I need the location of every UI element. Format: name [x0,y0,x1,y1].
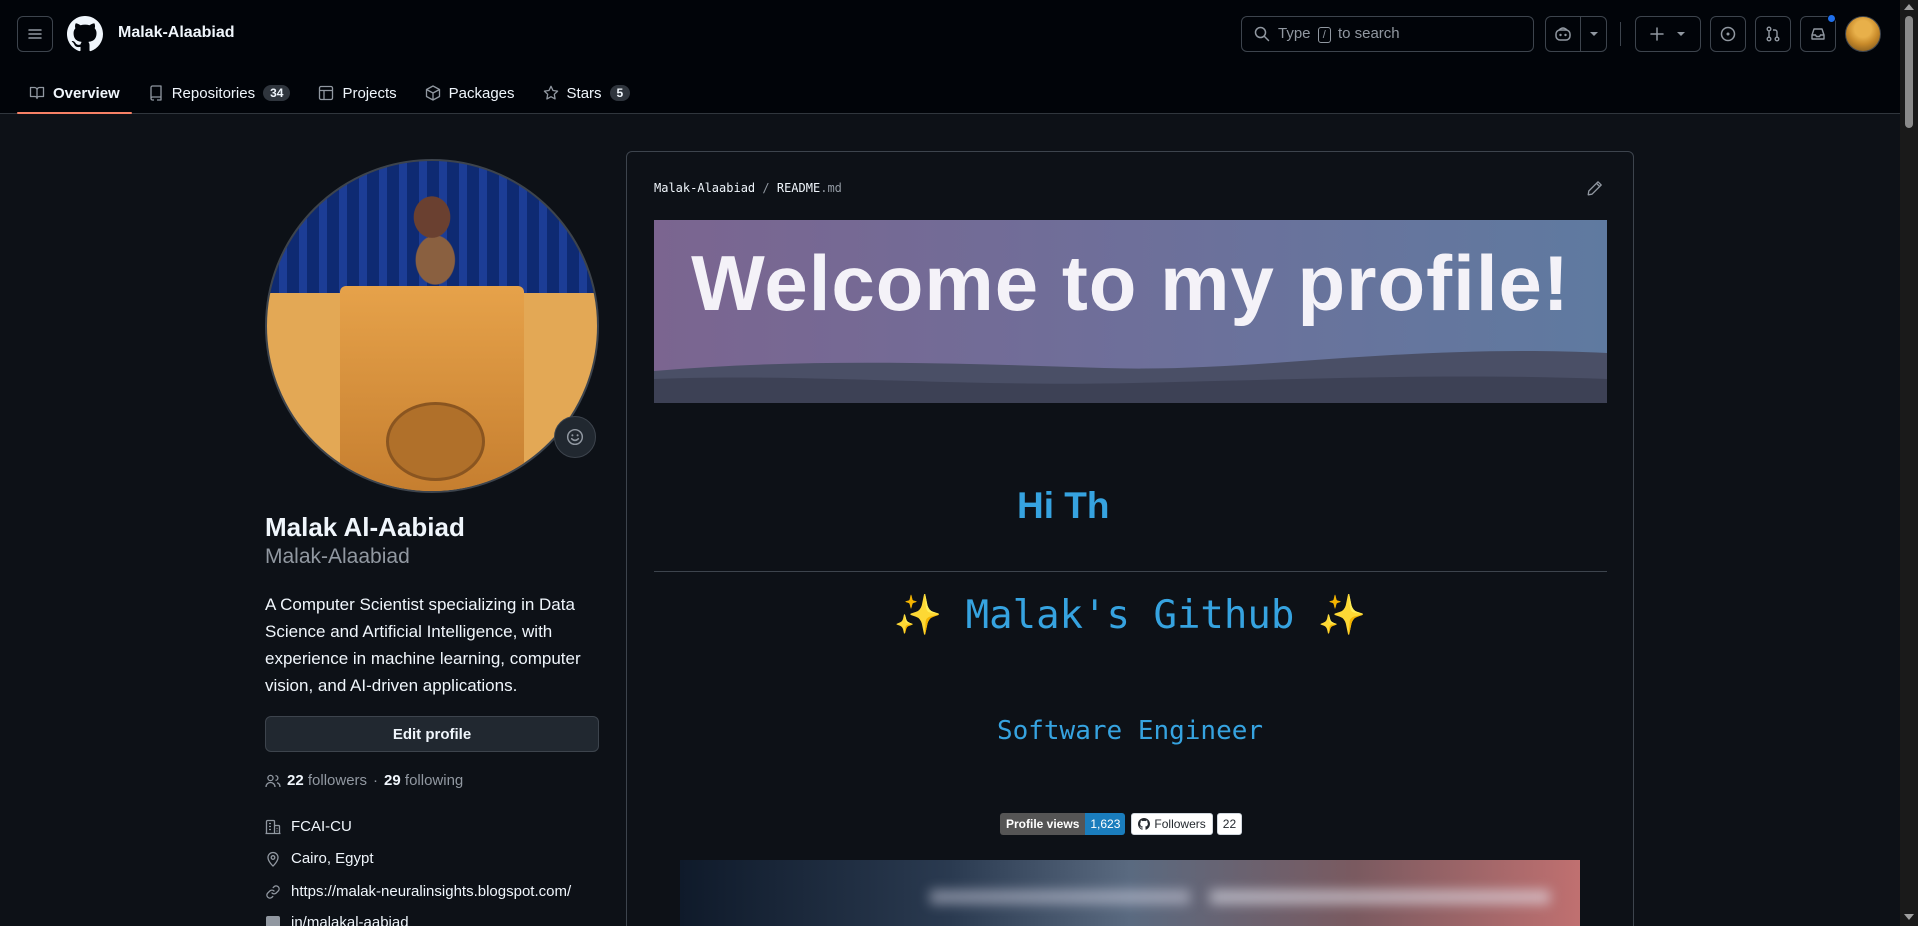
hamburger-icon [28,29,42,39]
issues-button[interactable] [1710,16,1746,52]
github-logo-icon[interactable] [67,16,103,52]
linkedin-icon [266,915,280,926]
repo-icon [150,85,162,101]
profile-website[interactable]: https://malak-neuralinsights.blogspot.co… [265,883,571,900]
smiley-icon [566,428,584,446]
tab-repositories[interactable]: Repositories 34 [136,72,303,114]
readme-image [680,860,1580,926]
slash-key-hint: / [1317,27,1331,43]
readme-github-title: ✨ Malak's Github ✨ [893,593,1367,638]
scrollbar-thumb[interactable] [1905,16,1913,128]
followers-link[interactable]: 22 followers [287,772,367,789]
edit-profile-button[interactable]: Edit profile [265,716,599,752]
copilot-button[interactable] [1545,16,1607,52]
profile-tabs: Overview Repositories 34 Projects Packag… [17,72,646,114]
profile-bio: A Computer Scientist specializing in Dat… [265,595,581,695]
readme-breadcrumb: Malak-Alaabiad / README.md [654,181,842,195]
podium-logo-graphic [385,401,485,482]
search-icon [1254,26,1270,42]
followers-badge[interactable]: Followers 22 [1131,813,1243,835]
chevron-down-icon [1589,32,1598,36]
edit-readme-button[interactable] [1587,180,1603,199]
copilot-icon [1554,27,1571,41]
page-scrollbar[interactable] [1900,0,1918,926]
global-header: Malak-Alaabiad Type / to search Overview… [0,0,1900,114]
profile-name: Malak Al-Aabiad [265,512,465,542]
readme-banner: Welcome to my profile! [654,220,1607,403]
readme-role: Software Engineer [996,716,1264,746]
readme-badges: Profile views 1,623 Followers 22 [1000,813,1243,835]
following-link[interactable]: 29 following [384,772,463,789]
stars-count: 5 [609,85,631,101]
follow-separator: · [373,772,379,789]
profile-linkedin[interactable]: in/malakal-aabiad [265,914,409,926]
header-owner-link[interactable]: Malak-Alaabiad [118,24,234,42]
scroll-down-arrow-icon[interactable] [1904,914,1914,920]
profile-views-badge[interactable]: Profile views 1,623 [1000,813,1126,835]
user-avatar-menu[interactable] [1845,16,1881,52]
github-mark-icon [1138,818,1151,830]
readme-owner-link[interactable]: Malak-Alaabiad [654,181,755,195]
readme-file-link[interactable]: README.md [777,181,842,195]
pencil-icon [1587,181,1602,196]
chevron-down-icon [1677,32,1685,36]
tab-projects[interactable]: Projects [306,72,408,114]
notification-indicator [1827,14,1836,23]
organization-icon [265,819,281,834]
readme-divider [654,571,1607,572]
issue-opened-icon [1720,26,1736,42]
profile-location: Cairo, Egypt [265,850,374,867]
book-icon [29,86,45,100]
scroll-up-arrow-icon[interactable] [1904,4,1914,10]
git-pull-request-icon [1766,26,1780,42]
repositories-count: 34 [263,85,291,101]
profile-organization: FCAI-CU [265,818,352,835]
search-input[interactable]: Type / to search [1241,16,1534,52]
table-icon [319,85,334,101]
link-icon [266,884,280,899]
header-divider [1620,22,1621,46]
follow-stats: 22 followers · 29 following [265,772,463,789]
menu-button[interactable] [17,16,53,52]
star-icon [543,85,558,100]
inbox-icon [1811,28,1825,40]
set-status-button[interactable] [554,416,596,458]
search-placeholder: Type / to search [1278,25,1400,43]
tab-overview[interactable]: Overview [17,72,132,114]
tab-packages[interactable]: Packages [413,72,527,114]
banner-title: Welcome to my profile! [691,239,1570,327]
create-new-button[interactable] [1635,16,1701,52]
profile-avatar[interactable] [265,159,599,493]
profile-username: Malak-Alaabiad [265,545,410,568]
location-icon [267,851,279,867]
people-icon [265,774,281,787]
pull-requests-button[interactable] [1755,16,1791,52]
banner-wave [654,350,1607,403]
tab-stars[interactable]: Stars 5 [531,72,643,114]
plus-icon [1650,27,1664,41]
package-icon [425,85,440,101]
readme-greeting: Hi Th [1017,485,1110,526]
readme-panel: Malak-Alaabiad / README.md Welcome to my… [626,151,1634,926]
